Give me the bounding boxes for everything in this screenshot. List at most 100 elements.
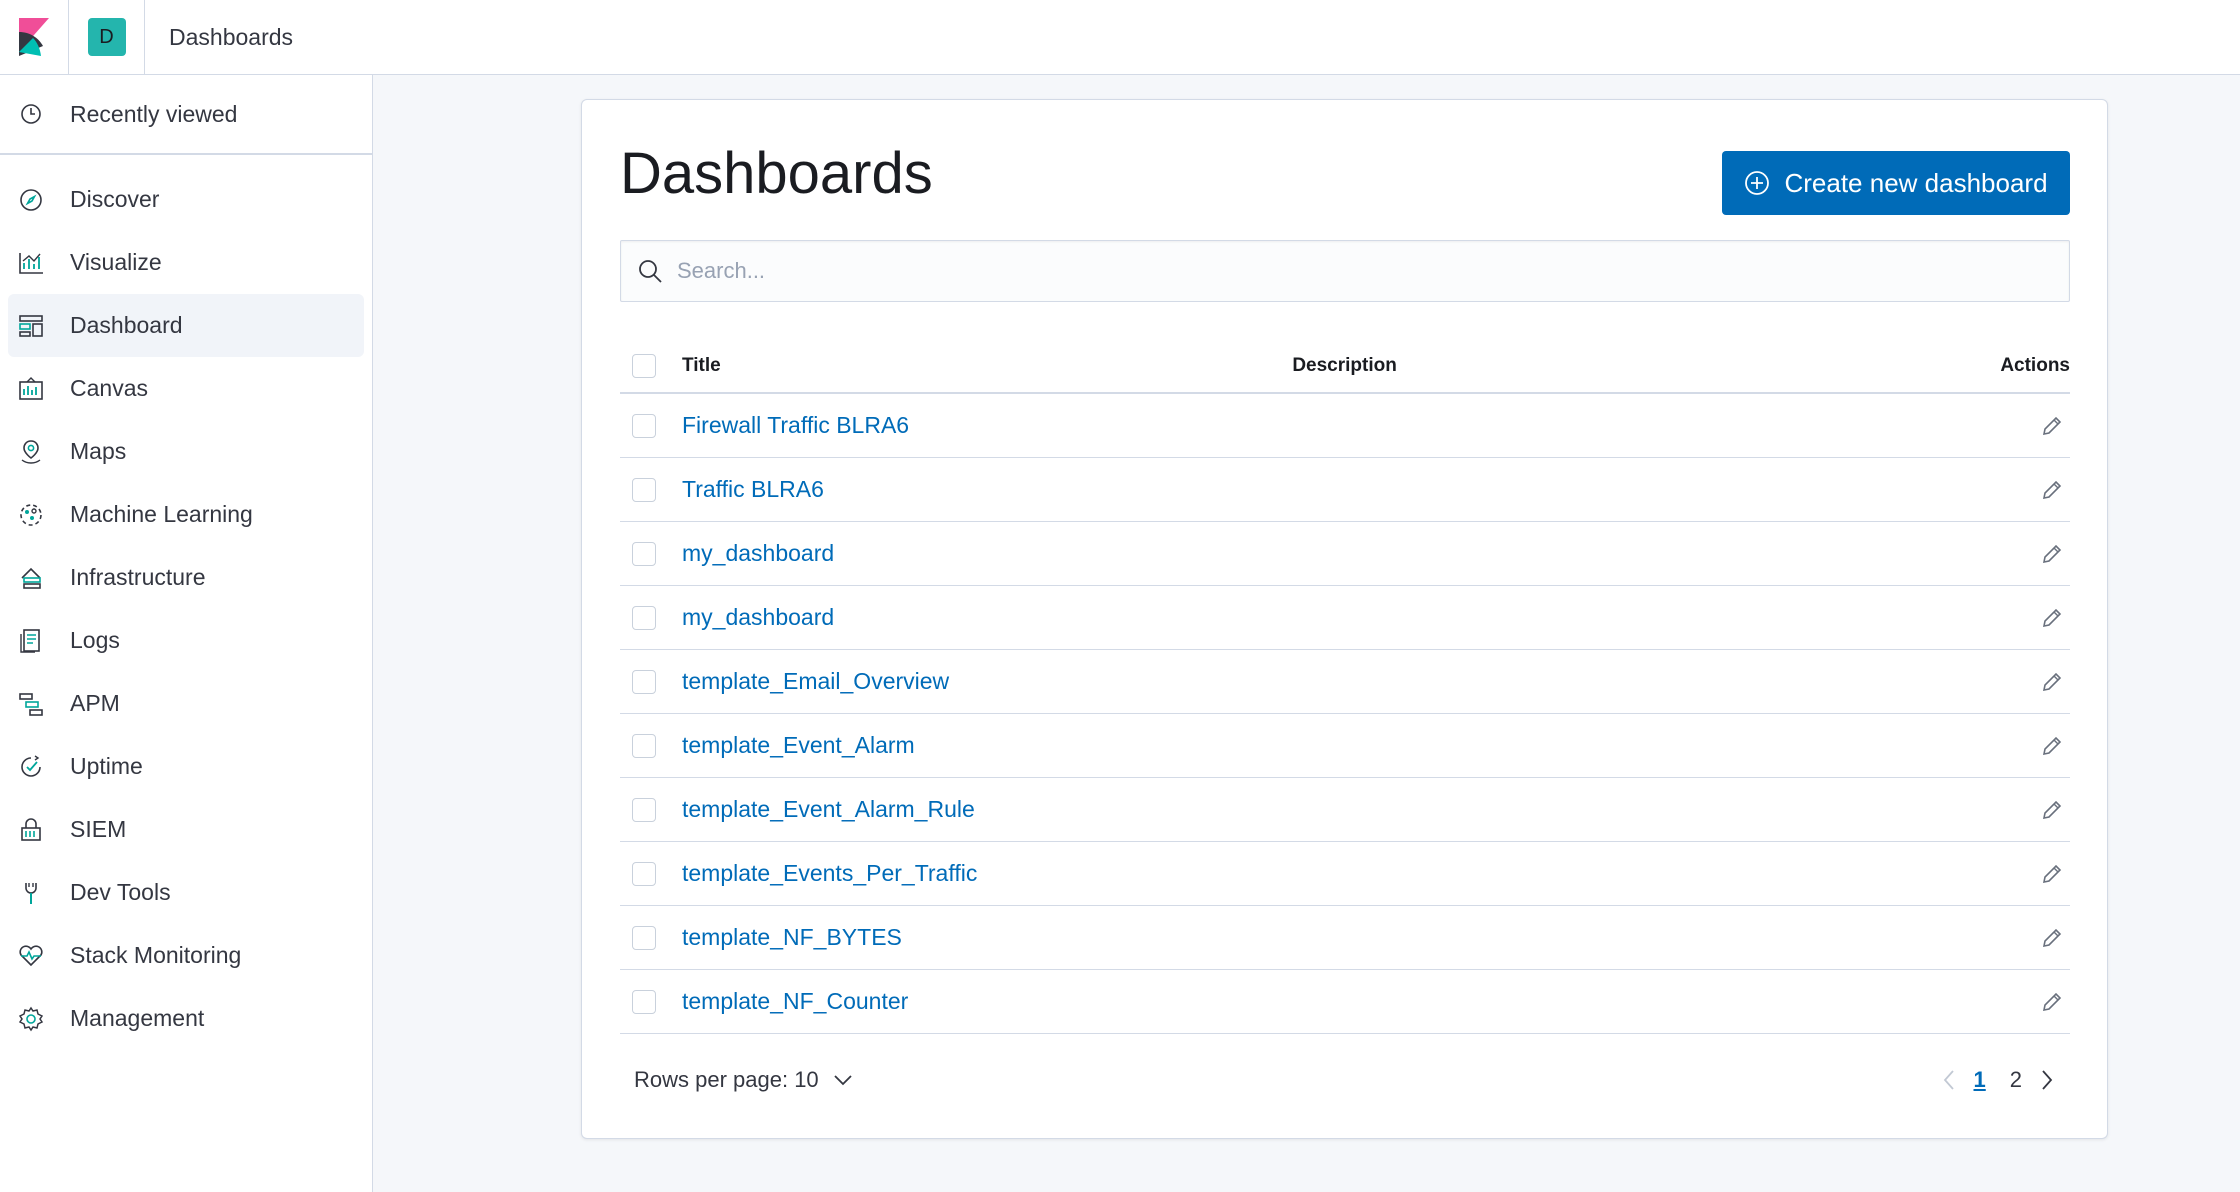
chart-icon: [16, 248, 46, 278]
next-page-button[interactable]: [2040, 1069, 2054, 1091]
edit-button[interactable]: [1971, 990, 2070, 1014]
column-title[interactable]: Title: [682, 355, 1292, 377]
dashboards-panel: Dashboards Create new dashboard Title De…: [581, 99, 2108, 1139]
infrastructure-icon: [16, 563, 46, 593]
sidebar-item-logs[interactable]: Logs: [8, 609, 364, 672]
dashboard-title-link[interactable]: template_NF_BYTES: [682, 924, 1971, 951]
sidebar-item-label: Recently viewed: [70, 100, 238, 127]
dashboard-title-link[interactable]: my_dashboard: [682, 604, 1971, 631]
table-row: template_Email_Overview: [620, 650, 2070, 714]
chevron-right-icon: [2040, 1069, 2054, 1091]
sidebar-item-label: Visualize: [70, 249, 162, 275]
sidebar-item-label: Discover: [70, 186, 160, 212]
edit-button[interactable]: [1971, 606, 2070, 630]
search-icon: [637, 258, 663, 284]
sidebar-recently-viewed[interactable]: Recently viewed: [0, 75, 372, 155]
row-checkbox[interactable]: [632, 989, 656, 1014]
dashboard-title-link[interactable]: template_Email_Overview: [682, 668, 1971, 695]
pencil-icon: [2042, 480, 2062, 499]
table-row: Firewall Traffic BLRA6: [620, 394, 2070, 458]
table-row: Traffic BLRA6: [620, 458, 2070, 522]
search-input[interactable]: [677, 258, 2027, 284]
sidebar-item-machine-learning[interactable]: Machine Learning: [8, 483, 364, 546]
row-checkbox[interactable]: [632, 797, 656, 822]
edit-button[interactable]: [1971, 734, 2070, 758]
row-checkbox[interactable]: [632, 669, 656, 694]
sidebar-item-infrastructure[interactable]: Infrastructure: [8, 546, 364, 609]
plus-circle-icon: [1744, 170, 1770, 196]
dashboard-title-link[interactable]: my_dashboard: [682, 540, 1971, 567]
dashboard-title-link[interactable]: Traffic BLRA6: [682, 476, 1971, 503]
create-dashboard-button[interactable]: Create new dashboard: [1722, 151, 2070, 215]
sidebar-item-label: Maps: [70, 438, 127, 464]
sidebar-item-label: Infrastructure: [70, 564, 206, 590]
sidebar-item-dev-tools[interactable]: Dev Tools: [8, 861, 364, 924]
space-selector[interactable]: D: [69, 0, 145, 75]
sidebar-item-dashboard[interactable]: Dashboard: [8, 294, 364, 357]
clock-icon: [16, 99, 46, 129]
table-footer: Rows per page: 10 1 2: [620, 1056, 2070, 1104]
kibana-logo-icon: [19, 18, 49, 56]
kibana-logo-button[interactable]: [0, 0, 69, 75]
edit-button[interactable]: [1971, 926, 2070, 950]
previous-page-button[interactable]: [1942, 1069, 1956, 1091]
row-checkbox[interactable]: [632, 541, 656, 566]
rows-per-page-button[interactable]: Rows per page: 10: [634, 1067, 853, 1093]
sidebar-item-label: Canvas: [70, 375, 148, 401]
create-dashboard-label: Create new dashboard: [1784, 167, 2048, 198]
sidebar-item-label: Stack Monitoring: [70, 942, 242, 968]
edit-button[interactable]: [1971, 798, 2070, 822]
row-checkbox[interactable]: [632, 861, 656, 886]
sidebar-item-canvas[interactable]: Canvas: [8, 357, 364, 420]
pencil-icon: [2042, 544, 2062, 563]
sidebar-item-discover[interactable]: Discover: [8, 168, 364, 231]
sidebar-item-stack-monitoring[interactable]: Stack Monitoring: [8, 924, 364, 987]
dashboard-title-link[interactable]: template_Events_Per_Traffic: [682, 860, 1971, 887]
breadcrumb: Dashboards: [169, 23, 294, 50]
sidebar-item-maps[interactable]: Maps: [8, 420, 364, 483]
dashboard-title-link[interactable]: template_Event_Alarm_Rule: [682, 796, 1971, 823]
pencil-icon: [2042, 992, 2062, 1011]
sidebar-item-siem[interactable]: SIEM: [8, 798, 364, 861]
dashboard-title-link[interactable]: template_Event_Alarm: [682, 732, 1971, 759]
row-checkbox[interactable]: [632, 477, 656, 502]
edit-button[interactable]: [1971, 414, 2070, 438]
row-checkbox[interactable]: [632, 925, 656, 950]
ml-icon: [16, 500, 46, 530]
pencil-icon: [2042, 416, 2062, 435]
sidebar-nav: Recently viewed Discover Visualize Dashb…: [0, 75, 373, 1192]
sidebar-item-management[interactable]: Management: [8, 987, 364, 1050]
sidebar-item-uptime[interactable]: Uptime: [8, 735, 364, 798]
uptime-icon: [16, 752, 46, 782]
row-checkbox[interactable]: [632, 605, 656, 630]
sidebar-item-visualize[interactable]: Visualize: [8, 231, 364, 294]
top-header: D Dashboards: [0, 0, 2240, 75]
edit-button[interactable]: [1971, 670, 2070, 694]
pencil-icon: [2042, 608, 2062, 627]
table-row: my_dashboard: [620, 586, 2070, 650]
dashboard-title-link[interactable]: template_NF_Counter: [682, 988, 1971, 1015]
edit-button[interactable]: [1971, 478, 2070, 502]
page-2-button[interactable]: 2: [2010, 1067, 2022, 1093]
sidebar-item-label: Machine Learning: [70, 501, 253, 527]
space-avatar: D: [87, 18, 126, 56]
sidebar-item-label: Management: [70, 1005, 205, 1031]
pencil-icon: [2042, 928, 2062, 947]
dashboard-title-link[interactable]: Firewall Traffic BLRA6: [682, 412, 1971, 439]
compass-icon: [16, 185, 46, 215]
sidebar-item-label: Logs: [70, 627, 120, 653]
dashboards-table: Title Description Actions Firewall Traff…: [620, 340, 2070, 1034]
row-checkbox[interactable]: [632, 733, 656, 758]
rows-per-page-label: Rows per page: 10: [634, 1067, 819, 1092]
chevron-left-icon: [1942, 1069, 1956, 1091]
select-all-checkbox[interactable]: [632, 354, 656, 378]
page-1-button[interactable]: 1: [1974, 1067, 1986, 1093]
sidebar-item-label: Dashboard: [70, 312, 183, 338]
column-description: Description: [1292, 355, 1397, 376]
row-checkbox[interactable]: [632, 413, 656, 438]
sidebar-item-apm[interactable]: APM: [8, 672, 364, 735]
edit-button[interactable]: [1971, 862, 2070, 886]
search-box: [620, 240, 2070, 302]
edit-button[interactable]: [1971, 542, 2070, 566]
gear-icon: [16, 1004, 46, 1034]
